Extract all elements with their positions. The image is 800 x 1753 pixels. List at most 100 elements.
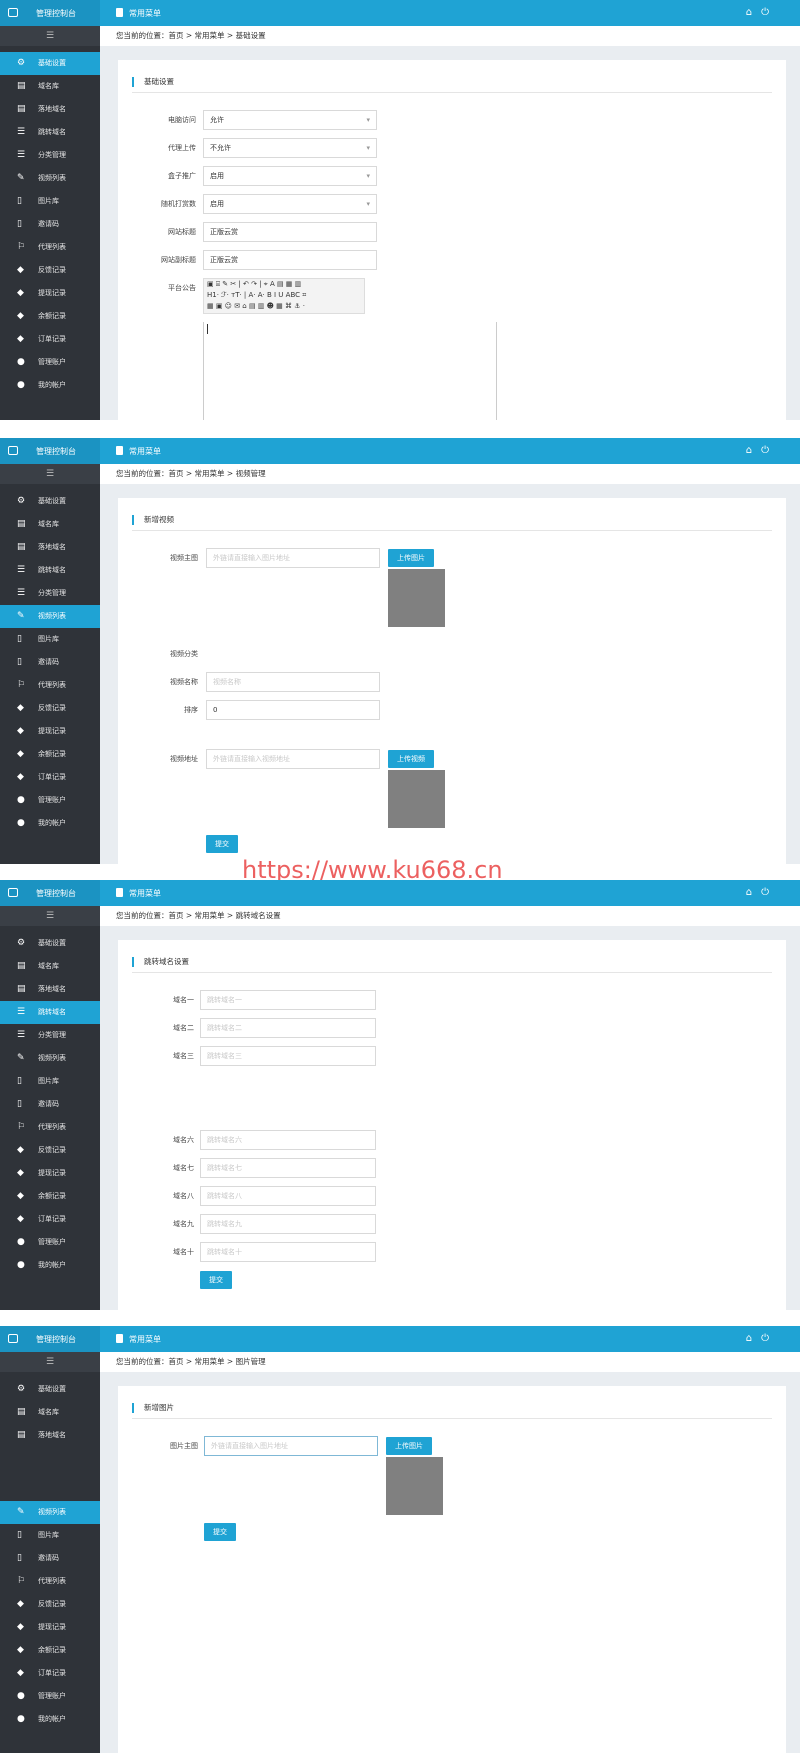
sidebar-item[interactable]: ◆ 订单记录 xyxy=(0,328,100,351)
common-menu[interactable]: 常用菜单 xyxy=(116,888,161,899)
sidebar-item[interactable]: ☰ 分类管理 xyxy=(0,582,100,605)
sidebar-item[interactable]: ▤ 域名库 xyxy=(0,1401,100,1424)
logo[interactable]: 管理控制台 xyxy=(0,880,100,906)
sidebar-item[interactable]: ☰ 分类管理 xyxy=(0,144,100,167)
sidebar-item[interactable]: ◆ 反馈记录 xyxy=(0,1139,100,1162)
sidebar-item[interactable]: ● 管理账户 xyxy=(0,789,100,812)
sidebar-item[interactable]: ⚐ 代理列表 xyxy=(0,1116,100,1139)
sidebar-item[interactable]: ▯ 图片库 xyxy=(0,1524,100,1547)
sidebar-item[interactable]: ☰ 分类管理 xyxy=(0,1024,100,1047)
sidebar-item[interactable]: ▯ 邀请码 xyxy=(0,651,100,674)
select-field[interactable]: 允许 ▾ xyxy=(203,110,377,130)
sidebar-item[interactable]: ✎ 视频列表 xyxy=(0,167,100,190)
submit-button[interactable]: 提交 xyxy=(206,835,238,853)
select-field[interactable]: 不允许 ▾ xyxy=(203,138,377,158)
sidebar-item[interactable]: ▯ 邀请码 xyxy=(0,213,100,236)
sidebar-item[interactable]: ☰ 跳转域名 xyxy=(0,1001,100,1024)
logo[interactable]: 管理控制台 xyxy=(0,438,100,464)
upload-video-button[interactable]: 上传视频 xyxy=(388,750,434,768)
sidebar-item[interactable]: ▯ 邀请码 xyxy=(0,1547,100,1570)
sidebar-item[interactable]: ◆ 订单记录 xyxy=(0,766,100,789)
sidebar-item[interactable]: ⚙ 基础设置 xyxy=(0,52,100,75)
sidebar-item[interactable]: ✎ 视频列表 xyxy=(0,1501,100,1524)
sidebar-item[interactable]: ✎ 视频列表 xyxy=(0,605,100,628)
sidebar-item[interactable]: ⚐ 代理列表 xyxy=(0,236,100,259)
editor-toolbar-row[interactable]: H1· ℱ· тT· | A· A· B I U ABC ⌗ xyxy=(207,290,364,301)
sidebar-toggle-icon[interactable]: ☰ xyxy=(0,1352,100,1372)
sidebar-item[interactable]: ▯ 图片库 xyxy=(0,628,100,651)
sidebar-item[interactable]: ● 我的帐户 xyxy=(0,1708,100,1731)
domain-input[interactable]: 跳转域名八 xyxy=(200,1186,376,1206)
main-image-input[interactable]: 外链请直接输入图片地址 xyxy=(206,548,380,568)
domain-input[interactable]: 跳转域名三 xyxy=(200,1046,376,1066)
sidebar-item[interactable]: ⚐ 代理列表 xyxy=(0,674,100,697)
domain-input[interactable]: 跳转域名一 xyxy=(200,990,376,1010)
editor-toolbar[interactable]: ▣ ⌸ ✎ ✂ | ↶ ↷ | ⌖ A ▤ ▦ ▥ H1· ℱ· тT· | A… xyxy=(203,278,365,314)
sidebar-item[interactable]: ▤ 域名库 xyxy=(0,75,100,98)
editor-toolbar-row[interactable]: ▣ ⌸ ✎ ✂ | ↶ ↷ | ⌖ A ▤ ▦ ▥ xyxy=(207,279,364,290)
domain-input[interactable]: 跳转域名十 xyxy=(200,1242,376,1262)
domain-input[interactable]: 跳转域名七 xyxy=(200,1158,376,1178)
sidebar-item[interactable]: ◆ 反馈记录 xyxy=(0,697,100,720)
text-field[interactable]: 正版云赏 xyxy=(203,222,377,242)
sidebar-item[interactable]: ▯ 图片库 xyxy=(0,190,100,213)
common-menu[interactable]: 常用菜单 xyxy=(116,8,161,19)
main-image-input[interactable]: 外链请直接输入图片地址 xyxy=(204,1436,378,1456)
logo[interactable]: 管理控制台 xyxy=(0,1326,100,1352)
sidebar-item[interactable]: ⚙ 基础设置 xyxy=(0,932,100,955)
sidebar-item[interactable]: ⚐ 代理列表 xyxy=(0,1570,100,1593)
common-menu[interactable]: 常用菜单 xyxy=(116,1334,161,1345)
logo[interactable]: 管理控制台 xyxy=(0,0,100,26)
sidebar-item[interactable]: ◆ 余额记录 xyxy=(0,1185,100,1208)
submit-button[interactable]: 提交 xyxy=(204,1523,236,1541)
domain-input[interactable]: 跳转域名二 xyxy=(200,1018,376,1038)
sidebar-item[interactable]: ◆ 提现记录 xyxy=(0,1162,100,1185)
sidebar-item[interactable]: ● 我的帐户 xyxy=(0,812,100,835)
sidebar-item[interactable]: ◆ 提现记录 xyxy=(0,720,100,743)
sidebar-item[interactable]: ▤ 域名库 xyxy=(0,513,100,536)
sidebar-item[interactable]: ● 我的帐户 xyxy=(0,1254,100,1277)
select-field[interactable]: 启用 ▾ xyxy=(203,166,377,186)
sidebar-item[interactable]: ▤ 落地域名 xyxy=(0,98,100,121)
notice-editor[interactable] xyxy=(203,322,497,420)
sidebar-item[interactable]: ◆ 提现记录 xyxy=(0,282,100,305)
sidebar-item[interactable]: ● 管理账户 xyxy=(0,1685,100,1708)
home-icon[interactable]: ⌂ xyxy=(746,7,761,18)
submit-button[interactable]: 提交 xyxy=(200,1271,232,1289)
sidebar-item[interactable]: ◆ 反馈记录 xyxy=(0,1593,100,1616)
home-icon[interactable]: ⌂ xyxy=(746,887,761,898)
sidebar-toggle-icon[interactable]: ☰ xyxy=(0,26,100,46)
select-field[interactable]: 启用 ▾ xyxy=(203,194,377,214)
sidebar-item[interactable]: ● 管理账户 xyxy=(0,1231,100,1254)
sidebar-item[interactable]: ▤ 落地域名 xyxy=(0,978,100,1001)
upload-image-button[interactable]: 上传图片 xyxy=(386,1437,432,1455)
sidebar-item[interactable]: ▯ 邀请码 xyxy=(0,1093,100,1116)
sidebar-item[interactable]: ◆ 余额记录 xyxy=(0,1639,100,1662)
sidebar-toggle-icon[interactable]: ☰ xyxy=(0,464,100,484)
sidebar-item[interactable]: ◆ 提现记录 xyxy=(0,1616,100,1639)
home-icon[interactable]: ⌂ xyxy=(746,1333,761,1344)
sidebar-item[interactable]: ⚙ 基础设置 xyxy=(0,1378,100,1401)
power-icon[interactable]: ⏻ xyxy=(761,7,778,18)
domain-input[interactable]: 跳转域名六 xyxy=(200,1130,376,1150)
sidebar-item[interactable]: ◆ 余额记录 xyxy=(0,743,100,766)
sidebar-item[interactable]: ● 我的帐户 xyxy=(0,374,100,397)
sidebar-item[interactable]: ◆ 订单记录 xyxy=(0,1662,100,1685)
upload-image-button[interactable]: 上传图片 xyxy=(388,549,434,567)
editor-toolbar-row[interactable]: ▦ ▣ ☺ ✉ ⌂ ▤ ▥ ☻ ▦ ⌘ ⚓ · xyxy=(207,301,364,312)
power-icon[interactable]: ⏻ xyxy=(761,445,778,456)
home-icon[interactable]: ⌂ xyxy=(746,445,761,456)
sidebar-item[interactable]: ⚙ 基础设置 xyxy=(0,490,100,513)
sidebar-item[interactable]: ◆ 反馈记录 xyxy=(0,259,100,282)
sidebar-item[interactable]: ▯ 图片库 xyxy=(0,1070,100,1093)
order-input[interactable]: 0 xyxy=(206,700,380,720)
sidebar-toggle-icon[interactable]: ☰ xyxy=(0,906,100,926)
power-icon[interactable]: ⏻ xyxy=(761,1333,778,1344)
video-url-input[interactable]: 外链请直接输入视频地址 xyxy=(206,749,380,769)
sidebar-item[interactable]: ✎ 视频列表 xyxy=(0,1047,100,1070)
text-field[interactable]: 正版云赏 xyxy=(203,250,377,270)
sidebar-item[interactable]: ☰ 跳转域名 xyxy=(0,559,100,582)
sidebar-item[interactable]: ▤ 域名库 xyxy=(0,955,100,978)
sidebar-item[interactable]: ▤ 落地域名 xyxy=(0,536,100,559)
sidebar-item[interactable]: ● 管理账户 xyxy=(0,351,100,374)
